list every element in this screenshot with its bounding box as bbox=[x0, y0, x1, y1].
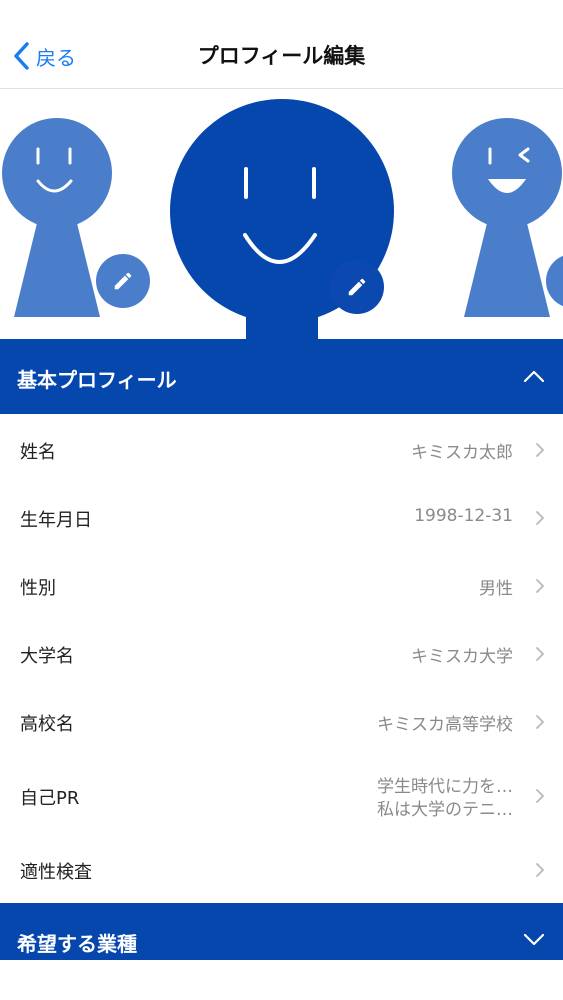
profile-row[interactable]: 自己PR 学生時代に力を… 私は大学のテニ… bbox=[0, 756, 563, 837]
edit-avatar-button[interactable] bbox=[96, 254, 150, 308]
section-header-desired-industry[interactable]: 希望する業種 bbox=[0, 903, 563, 960]
profile-row-label: 大学名 bbox=[20, 646, 74, 667]
chevron-right-icon bbox=[536, 862, 544, 877]
avatar-carousel[interactable] bbox=[0, 89, 563, 339]
profile-row-label: 性別 bbox=[20, 578, 56, 599]
profile-row-label: 生年月日 bbox=[20, 510, 92, 531]
chevron-up-icon bbox=[523, 370, 545, 383]
chevron-right-icon bbox=[536, 511, 544, 525]
profile-row-value-line2: 私は大学のテニ… bbox=[377, 800, 513, 820]
profile-row[interactable]: 性別 男性 bbox=[0, 552, 563, 621]
chevron-right-icon bbox=[536, 442, 544, 457]
chevron-right-icon bbox=[536, 789, 544, 803]
navigation-bar: 戻る プロフィール編集 bbox=[0, 0, 563, 89]
profile-row-value: 1998-12-31 bbox=[414, 506, 513, 526]
chevron-down-icon bbox=[523, 933, 545, 946]
page-title: プロフィール編集 bbox=[197, 44, 366, 68]
profile-row[interactable]: 高校名 キミスカ高等学校 bbox=[0, 688, 563, 757]
section-header-basic-profile[interactable]: 基本プロフィール bbox=[0, 339, 563, 414]
profile-row[interactable]: 適性検査 bbox=[0, 836, 563, 904]
section-title: 基本プロフィール bbox=[17, 368, 177, 392]
profile-row-label: 適性検査 bbox=[20, 861, 92, 883]
profile-row-value: 男性 bbox=[479, 579, 513, 599]
chevron-right-icon bbox=[536, 715, 544, 729]
chevron-right-icon bbox=[536, 647, 544, 661]
profile-row[interactable]: 生年月日 1998-12-31 bbox=[0, 484, 563, 553]
profile-row-value: キミスカ太郎 bbox=[411, 442, 513, 463]
profile-row-label: 自己PR bbox=[20, 788, 80, 809]
profile-row-value-line1: 学生時代に力を… bbox=[377, 777, 513, 797]
pencil-icon bbox=[114, 272, 132, 290]
profile-row[interactable]: 姓名 キミスカ太郎 bbox=[0, 415, 563, 485]
profile-row-value: キミスカ大学 bbox=[411, 647, 513, 667]
profile-row-value: キミスカ高等学校 bbox=[377, 715, 513, 735]
profile-row-label: 高校名 bbox=[20, 714, 74, 735]
section-title: 希望する業種 bbox=[17, 932, 137, 956]
chevron-right-icon bbox=[536, 579, 544, 593]
edit-avatar-button-selected[interactable] bbox=[330, 260, 384, 314]
profile-row-label: 姓名 bbox=[20, 441, 56, 463]
profile-row[interactable]: 大学名 キミスカ大学 bbox=[0, 620, 563, 689]
pencil-icon bbox=[348, 278, 366, 296]
